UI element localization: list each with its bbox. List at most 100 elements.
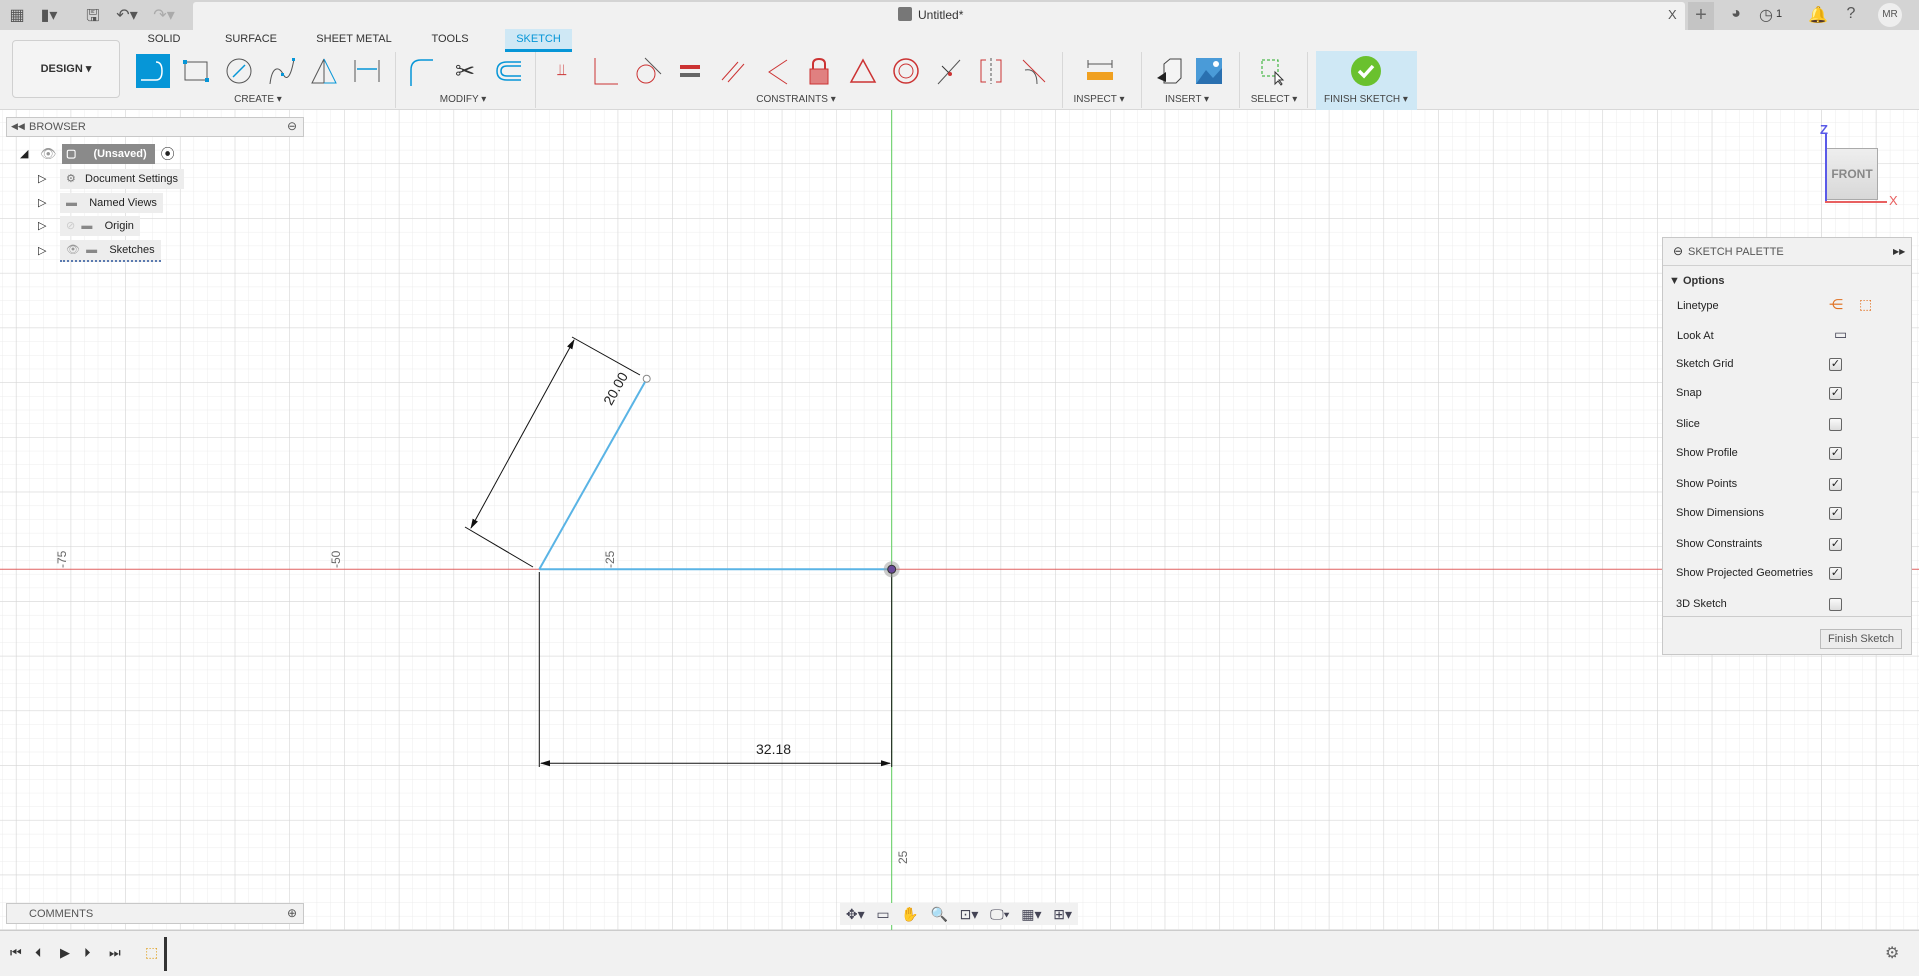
- help-icon[interactable]: ?: [1839, 5, 1863, 23]
- redo-icon[interactable]: ↷▾: [152, 5, 176, 25]
- select-menu[interactable]: SELECT ▾: [1251, 94, 1298, 105]
- fillet-tool-icon[interactable]: [405, 54, 439, 88]
- palette-option-checkbox[interactable]: ✓: [1829, 447, 1842, 460]
- zoom-icon[interactable]: 🔍: [931, 906, 948, 923]
- select-window-icon[interactable]: [1257, 54, 1291, 88]
- palette-option-checkbox[interactable]: ✓: [1829, 507, 1842, 520]
- line-tool-icon[interactable]: [136, 54, 170, 88]
- grid-snap-icon[interactable]: ▦▾: [1021, 906, 1041, 923]
- measure-icon[interactable]: [1083, 54, 1117, 88]
- options-section[interactable]: ▼ Options: [1669, 275, 1725, 287]
- horizontal-dimension-value[interactable]: 32.18: [756, 741, 791, 757]
- inspect-menu[interactable]: INSPECT ▾: [1074, 94, 1125, 105]
- palette-option-checkbox[interactable]: ✓: [1829, 358, 1842, 371]
- browser-pin-icon[interactable]: ⊖: [287, 119, 297, 133]
- apps-grid-icon[interactable]: ▦: [5, 5, 29, 25]
- notifications-icon[interactable]: 🔔: [1806, 5, 1830, 25]
- tangent-constraint-icon[interactable]: [631, 54, 665, 88]
- expand-palette-icon[interactable]: ▶▶: [1893, 247, 1905, 256]
- activate-radio-icon[interactable]: ⦿: [161, 144, 175, 164]
- construction-linetype-icon[interactable]: ⋲: [1829, 296, 1843, 313]
- visibility-eye-icon[interactable]: 👁: [66, 244, 80, 256]
- go-to-end-icon[interactable]: ⏭: [109, 945, 121, 961]
- user-avatar[interactable]: MR: [1878, 3, 1902, 27]
- palette-header[interactable]: ⊖ SKETCH PALETTE ▶▶: [1663, 238, 1911, 266]
- browser-item-sketches[interactable]: ▷ 👁 ▬ Sketches: [38, 240, 161, 262]
- palette-option-checkbox[interactable]: ✓: [1829, 478, 1842, 491]
- go-to-start-icon[interactable]: ⏮: [10, 945, 22, 961]
- tab-surface[interactable]: SURFACE: [225, 33, 277, 45]
- circle-tool-icon[interactable]: [222, 54, 256, 88]
- tab-tools[interactable]: TOOLS: [431, 33, 468, 45]
- expand-arrow-icon[interactable]: ▷: [38, 241, 60, 261]
- expand-arrow-icon[interactable]: ▷: [38, 169, 60, 189]
- look-at-icon[interactable]: ▭: [1834, 326, 1847, 343]
- lock-constraint-icon[interactable]: [802, 54, 836, 88]
- insert-image-icon[interactable]: [1192, 54, 1226, 88]
- tab-sketch[interactable]: SKETCH: [505, 29, 572, 52]
- symmetry-constraint-icon[interactable]: [974, 54, 1008, 88]
- visibility-eye-icon[interactable]: 👁: [40, 144, 62, 164]
- expand-arrow-icon[interactable]: ▷: [38, 193, 60, 213]
- browser-item-document-settings[interactable]: ▷ ⚙ Document Settings: [38, 169, 184, 189]
- mirror-tool-icon[interactable]: [307, 54, 341, 88]
- expand-triangle-icon[interactable]: ◢: [20, 144, 40, 164]
- zoom-window-icon[interactable]: ⊡▾: [960, 906, 979, 923]
- curvature-constraint-icon[interactable]: [1017, 54, 1051, 88]
- concentric-constraint-icon[interactable]: [889, 54, 923, 88]
- insert-derive-icon[interactable]: [1152, 54, 1186, 88]
- tab-sheet-metal[interactable]: SHEET METAL: [316, 33, 391, 45]
- perpendicular-constraint-icon[interactable]: [759, 54, 793, 88]
- palette-finish-sketch-button[interactable]: Finish Sketch: [1820, 629, 1902, 649]
- midpoint-constraint-icon[interactable]: [846, 54, 880, 88]
- insert-menu[interactable]: INSERT ▾: [1165, 94, 1209, 105]
- browser-item-origin[interactable]: ▷ ⊘ ▬ Origin: [38, 216, 140, 236]
- trim-scissors-icon[interactable]: ✂: [448, 54, 482, 88]
- offset-tool-icon[interactable]: [491, 54, 525, 88]
- dimension-tool-icon[interactable]: [350, 54, 384, 88]
- collapse-browser-icon[interactable]: ◀◀: [11, 121, 25, 132]
- palette-option-checkbox[interactable]: [1829, 418, 1842, 431]
- timeline-sketch-feature-icon[interactable]: ⬚: [145, 944, 158, 961]
- comments-panel-header[interactable]: COMMENTS ⊕: [6, 903, 304, 924]
- browser-item-named-views[interactable]: ▷ ▬ Named Views: [38, 193, 163, 213]
- browser-panel-header[interactable]: ◀◀ BROWSER ⊖: [6, 117, 304, 137]
- palette-option-checkbox[interactable]: ✓: [1829, 387, 1842, 400]
- file-icon[interactable]: ▮▾: [37, 5, 61, 25]
- origin-point[interactable]: [887, 564, 897, 574]
- viewcube-front[interactable]: FRONT: [1826, 148, 1878, 200]
- undo-icon[interactable]: ↶▾: [115, 5, 139, 25]
- look-at-icon[interactable]: ▭: [876, 906, 889, 923]
- finish-sketch-menu[interactable]: FINISH SKETCH ▾: [1324, 94, 1408, 105]
- expand-arrow-icon[interactable]: ▷: [38, 216, 60, 236]
- rectangle-tool-icon[interactable]: [179, 54, 213, 88]
- sketch-endpoint[interactable]: [642, 374, 651, 383]
- timeline-marker[interactable]: [164, 937, 167, 971]
- sketch-canvas[interactable]: [0, 110, 1919, 930]
- timeline-settings-gear-icon[interactable]: ⚙: [1885, 943, 1899, 963]
- job-status-icon[interactable]: ◷: [1754, 5, 1778, 25]
- workspace-switcher[interactable]: DESIGN ▾: [12, 40, 120, 98]
- extensions-icon[interactable]: ◕: [1724, 5, 1748, 23]
- palette-option-checkbox[interactable]: ✓: [1829, 567, 1842, 580]
- orbit-icon[interactable]: ✥▾: [846, 906, 865, 923]
- tab-solid[interactable]: SOLID: [147, 33, 180, 45]
- fix-constraint-icon[interactable]: ⫫: [545, 54, 579, 88]
- save-icon[interactable]: 🖫: [81, 5, 105, 32]
- equal-constraint-icon[interactable]: [673, 54, 707, 88]
- finish-checkmark-icon[interactable]: [1349, 54, 1383, 88]
- parallel-constraint-icon[interactable]: [716, 54, 750, 88]
- coincident-constraint-icon[interactable]: [588, 54, 622, 88]
- step-back-icon[interactable]: ⏴: [35, 945, 42, 961]
- palette-pin-icon[interactable]: ⊖: [1673, 244, 1683, 258]
- add-comment-icon[interactable]: ⊕: [287, 906, 297, 920]
- palette-option-checkbox[interactable]: ✓: [1829, 538, 1842, 551]
- step-forward-icon[interactable]: ⏵: [84, 945, 91, 961]
- close-tab-button[interactable]: X: [1668, 7, 1677, 22]
- hidden-eye-icon[interactable]: ⊘: [66, 220, 75, 232]
- play-icon[interactable]: ▶: [60, 945, 70, 961]
- spline-tool-icon[interactable]: [265, 54, 299, 88]
- collinear-constraint-icon[interactable]: [932, 54, 966, 88]
- modify-menu[interactable]: MODIFY ▾: [440, 94, 487, 105]
- create-menu[interactable]: CREATE ▾: [234, 94, 282, 105]
